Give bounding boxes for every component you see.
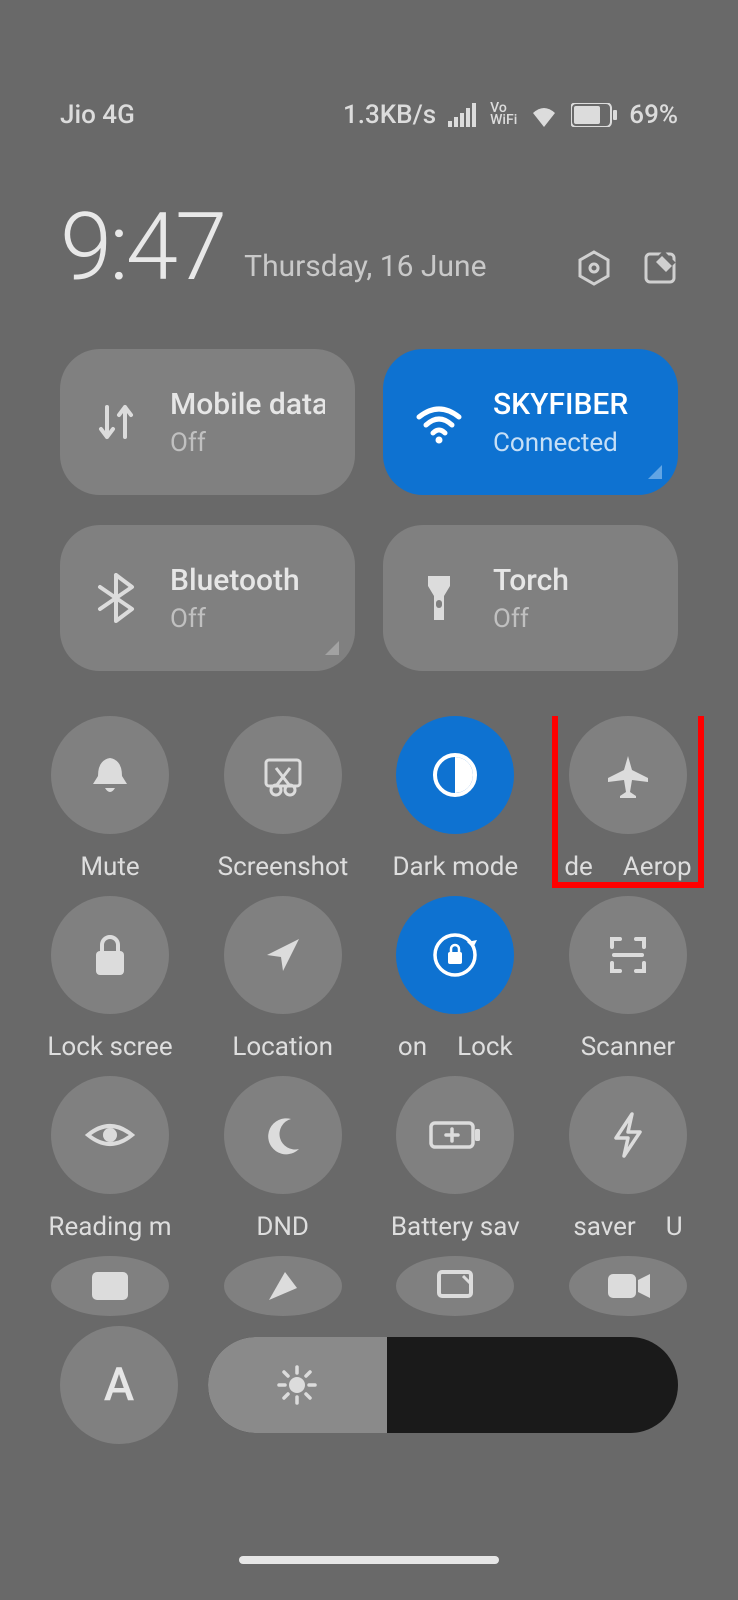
record-toggle[interactable] xyxy=(568,1256,688,1316)
brightness-slider[interactable] xyxy=(208,1337,678,1433)
expand-corner-icon xyxy=(648,465,662,479)
battery-saver-toggle[interactable]: Battery sav xyxy=(395,1076,515,1242)
dark-mode-icon xyxy=(396,716,514,834)
ultra-saver-label-left: saver xyxy=(573,1212,635,1242)
bluetooth-title: Bluetooth xyxy=(170,563,300,598)
location-label: Location xyxy=(232,1032,333,1062)
wifi-title: SKYFIBER xyxy=(493,387,628,422)
carrier-label: Jio 4G xyxy=(60,100,135,130)
aeroplane-toggle[interactable]: de Aerop xyxy=(568,716,688,882)
scanner-toggle[interactable]: Scanner xyxy=(568,896,688,1062)
video-icon xyxy=(569,1256,687,1316)
cast-toggle[interactable] xyxy=(395,1256,515,1316)
lightning-icon xyxy=(569,1076,687,1194)
dark-mode-label: Dark mode xyxy=(392,852,518,882)
torch-icon xyxy=(413,572,465,624)
moon-icon xyxy=(224,1076,342,1194)
airplane-icon xyxy=(569,716,687,834)
lock-screen-toggle[interactable]: Lock scree xyxy=(50,896,170,1062)
screenshot-toggle[interactable]: Screenshot xyxy=(223,716,343,882)
reading-label: Reading m xyxy=(48,1212,171,1242)
window-icon xyxy=(51,1256,169,1316)
bluetooth-tile[interactable]: Bluetooth Off xyxy=(60,525,355,671)
battery-icon xyxy=(571,103,617,127)
lock-icon xyxy=(51,896,169,1014)
mobile-data-icon xyxy=(90,396,142,448)
aeroplane-label-right: Aerop xyxy=(623,852,692,882)
mute-label: Mute xyxy=(80,852,139,882)
cast-icon xyxy=(396,1256,514,1316)
scissors-icon xyxy=(224,716,342,834)
bluetooth-sub: Off xyxy=(170,604,300,634)
orientation-label-left: on xyxy=(398,1032,427,1062)
brightness-fill xyxy=(208,1337,387,1433)
nav-home-indicator[interactable] xyxy=(239,1556,499,1564)
wifi-sub: Connected xyxy=(493,428,628,458)
lock-screen-label: Lock scree xyxy=(47,1032,172,1062)
orientation-lock-toggle[interactable]: on Lock xyxy=(395,896,515,1062)
auto-brightness-button[interactable]: A xyxy=(60,1326,178,1444)
battery-saver-label: Battery sav xyxy=(391,1212,520,1242)
wifi-tile-icon xyxy=(413,396,465,448)
rotation-lock-icon xyxy=(396,896,514,1014)
status-right: 1.3KB/s Vo WiFi 69% xyxy=(343,100,678,130)
tile-row-2: Bluetooth Off Torch Off xyxy=(0,525,738,671)
sun-icon xyxy=(275,1363,319,1407)
brightness-row: A xyxy=(0,1326,738,1444)
share-icon xyxy=(224,1256,342,1316)
reading-mode-toggle[interactable]: Reading m xyxy=(50,1076,170,1242)
edit-icon[interactable] xyxy=(642,250,678,286)
status-bar: Jio 4G 1.3KB/s Vo WiFi 69% xyxy=(0,0,738,130)
aeroplane-label-left: de xyxy=(564,852,592,882)
torch-title: Torch xyxy=(493,563,569,598)
eye-icon xyxy=(51,1076,169,1194)
mute-toggle[interactable]: Mute xyxy=(50,716,170,882)
bell-icon xyxy=(51,716,169,834)
mobile-data-title: Mobile data xyxy=(170,387,325,422)
ultra-saver-toggle[interactable]: saver U xyxy=(568,1076,688,1242)
orientation-label: Lock xyxy=(457,1032,513,1062)
location-toggle[interactable]: Location xyxy=(223,896,343,1062)
wifi-tile[interactable]: SKYFIBER Connected xyxy=(383,349,678,495)
panel-header: 9:47 Thursday, 16 June xyxy=(0,130,738,294)
scanner-label: Scanner xyxy=(581,1032,676,1062)
toggles-grid: Mute Screenshot Dark mode de Aerop xyxy=(0,716,738,1316)
scanner-icon xyxy=(569,896,687,1014)
settings-icon[interactable] xyxy=(576,250,612,286)
dark-mode-toggle[interactable]: Dark mode xyxy=(395,716,515,882)
location-icon xyxy=(224,896,342,1014)
screenshot-label: Screenshot xyxy=(218,852,348,882)
dnd-toggle[interactable]: DND xyxy=(223,1076,343,1242)
wifi-icon xyxy=(529,103,559,127)
battery-plus-icon xyxy=(396,1076,514,1194)
dnd-label: DND xyxy=(256,1212,309,1242)
vowifi-icon: Vo WiFi xyxy=(490,103,517,127)
battery-percent: 69% xyxy=(629,100,678,130)
ultra-label: U xyxy=(666,1212,683,1242)
torch-sub: Off xyxy=(493,604,569,634)
clock-date: Thursday, 16 June xyxy=(244,249,556,294)
clock-time: 9:47 xyxy=(60,200,224,294)
tile-row-1: Mobile data Off SKYFIBER Connected xyxy=(0,349,738,495)
mi-share-toggle[interactable] xyxy=(223,1256,343,1316)
network-speed: 1.3KB/s xyxy=(343,100,436,130)
floating-window-toggle[interactable] xyxy=(50,1256,170,1316)
torch-tile[interactable]: Torch Off xyxy=(383,525,678,671)
expand-corner-icon xyxy=(325,641,339,655)
mobile-data-tile[interactable]: Mobile data Off xyxy=(60,349,355,495)
bluetooth-icon xyxy=(90,572,142,624)
mobile-data-sub: Off xyxy=(170,428,325,458)
signal-icon xyxy=(448,103,478,127)
